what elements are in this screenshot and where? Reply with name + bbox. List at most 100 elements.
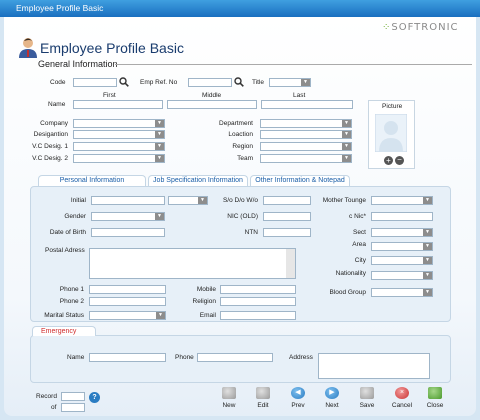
emp-ref-input[interactable] (188, 78, 232, 87)
region-select[interactable]: ▼ (260, 142, 352, 151)
title-select[interactable]: ▼ (269, 78, 311, 87)
department-select[interactable]: ▼ (260, 119, 352, 128)
prev-button[interactable]: ◀ Prev (283, 387, 313, 409)
help-icon[interactable]: ? (89, 392, 100, 403)
save-label: Save (359, 402, 375, 409)
tab-other-information[interactable]: Other Information & Notepad (250, 175, 350, 186)
section-title-general: General Information (38, 59, 118, 69)
so-label: S/o D/o W/o (222, 197, 258, 204)
mother-tongue-select[interactable]: ▼ (371, 196, 433, 205)
page-title: Employee Profile Basic (40, 40, 184, 56)
employee-profile-icon (19, 38, 37, 58)
location-label: Loaction (228, 131, 253, 138)
last-name-input[interactable] (261, 100, 353, 109)
blood-group-select[interactable]: ▼ (371, 288, 433, 297)
next-button[interactable]: ▶ Next (317, 387, 347, 409)
chevron-down-icon: ▼ (423, 243, 432, 250)
vc-desig-1-select[interactable]: ▼ (73, 142, 165, 151)
middle-name-input[interactable] (167, 100, 257, 109)
email-input[interactable] (220, 311, 296, 320)
first-name-input[interactable] (73, 100, 163, 109)
designation-select[interactable]: ▼ (73, 130, 165, 139)
add-photo-icon[interactable]: + (384, 156, 393, 165)
remove-photo-icon[interactable]: − (395, 156, 404, 165)
next-label: Next (325, 402, 339, 409)
section-divider (115, 64, 472, 65)
code-search-icon[interactable] (119, 77, 129, 87)
company-label: Company (40, 120, 68, 127)
cancel-button[interactable]: × Cancel (387, 387, 417, 409)
chevron-down-icon: ▼ (155, 120, 164, 127)
tab-personal-information[interactable]: Personal Information (38, 175, 146, 186)
vc-desig-1-label: V.C Desig. 1 (32, 143, 68, 150)
nic-old-input[interactable] (263, 212, 311, 221)
marital-status-label: Marital Status (44, 312, 84, 319)
religion-input[interactable] (220, 297, 296, 306)
name-label: Name (48, 101, 66, 108)
postal-address-input[interactable] (89, 248, 296, 279)
area-label: Area (352, 241, 366, 248)
nationality-select[interactable]: ▼ (371, 271, 433, 280)
tab-emergency[interactable]: Emergency (32, 326, 96, 336)
vc-desig-2-select[interactable]: ▼ (73, 154, 165, 163)
vc-desig-2-label: V.C Desig. 2 (32, 155, 68, 162)
record-current-input[interactable] (61, 392, 85, 401)
postal-address-label: Postal Adress (45, 247, 85, 254)
code-input[interactable] (73, 78, 117, 87)
mother-tongue-label: Mother Tounge (322, 197, 366, 204)
marital-status-select[interactable]: ▼ (89, 311, 166, 320)
initial-input[interactable] (91, 196, 165, 205)
employee-photo (375, 114, 407, 152)
nic-old-label: NIC (OLD) (227, 213, 258, 220)
location-select[interactable]: ▼ (260, 130, 352, 139)
chevron-down-icon: ▼ (423, 229, 432, 236)
team-label: Team (237, 155, 253, 162)
phone2-input[interactable] (89, 297, 166, 306)
record-label: Record (36, 393, 57, 400)
team-select[interactable]: ▼ (260, 154, 352, 163)
ntn-input[interactable] (263, 228, 311, 237)
company-select[interactable]: ▼ (73, 119, 165, 128)
tab-job-specification[interactable]: Job Specification Information (148, 175, 248, 186)
close-button[interactable]: Close (420, 387, 450, 409)
save-button[interactable]: Save (352, 387, 382, 409)
cnic-label: c Nic* (349, 213, 366, 220)
dob-input[interactable] (91, 228, 165, 237)
gender-select[interactable]: ▼ (91, 212, 165, 221)
phone1-input[interactable] (89, 285, 166, 294)
sect-select[interactable]: ▼ (371, 228, 433, 237)
title-label: Title (252, 79, 265, 86)
so-input[interactable] (263, 196, 311, 205)
new-button[interactable]: New (214, 387, 244, 409)
initial-select[interactable]: ▼ (168, 196, 208, 205)
emergency-name-input[interactable] (89, 353, 166, 362)
edit-button[interactable]: Edit (248, 387, 278, 409)
ntn-label: NTN (244, 229, 258, 236)
initial-label: Initial (70, 197, 86, 204)
chevron-down-icon: ▼ (198, 197, 207, 204)
postal-address-scrollbar[interactable] (286, 249, 295, 278)
record-of-label: of (51, 404, 57, 411)
gender-label: Gender (64, 213, 86, 220)
window-title-bar: Employee Profile Basic (0, 0, 480, 17)
emergency-address-input[interactable] (318, 353, 430, 379)
brand-mark: ⁘ (382, 22, 392, 33)
mobile-input[interactable] (220, 285, 296, 294)
chevron-down-icon: ▼ (342, 120, 351, 127)
department-label: Department (219, 120, 253, 127)
prev-label: Prev (291, 402, 305, 409)
cancel-label: Cancel (391, 402, 413, 409)
edit-icon (256, 387, 270, 399)
area-select[interactable]: ▼ (371, 242, 433, 251)
city-select[interactable]: ▼ (371, 256, 433, 265)
chevron-down-icon: ▼ (155, 155, 164, 162)
window-title: Employee Profile Basic (16, 3, 104, 13)
cnic-input[interactable] (371, 212, 433, 221)
last-name-header: Last (293, 92, 306, 99)
emp-ref-search-icon[interactable] (234, 77, 244, 87)
emergency-phone-label: Phone (175, 354, 194, 361)
chevron-down-icon: ▼ (342, 131, 351, 138)
emergency-phone-input[interactable] (197, 353, 273, 362)
city-label: City (354, 257, 366, 264)
chevron-down-icon: ▼ (342, 143, 351, 150)
